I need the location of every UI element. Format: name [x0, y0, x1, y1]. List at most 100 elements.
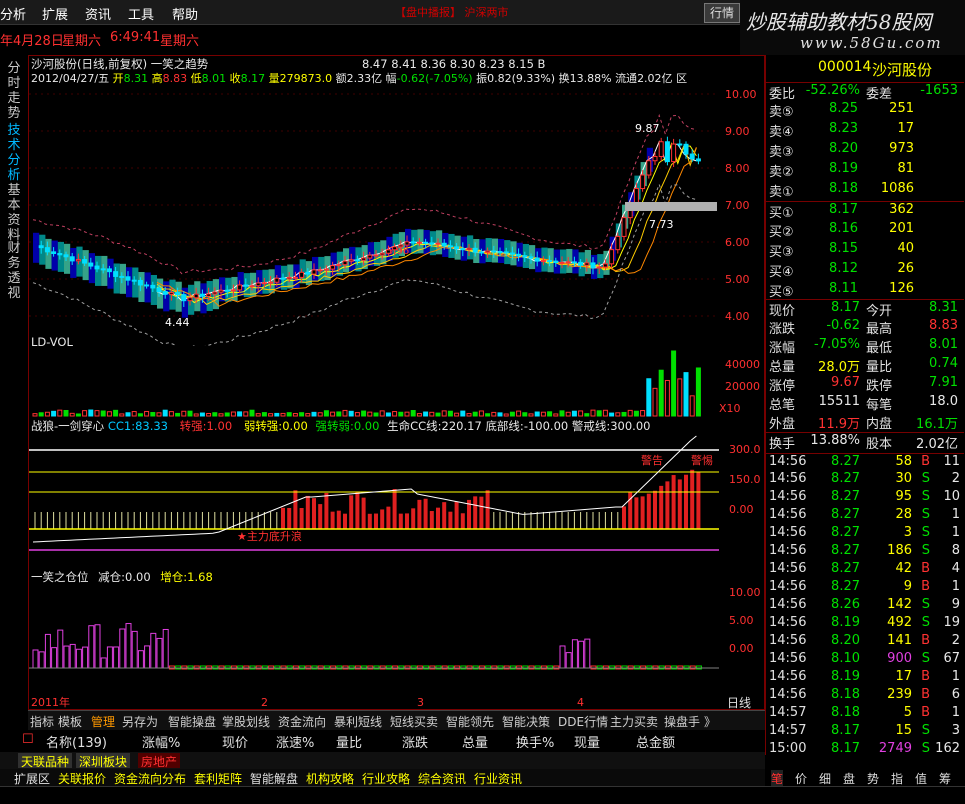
- tick-direction: S: [921, 615, 930, 630]
- right-tab[interactable]: 值: [915, 770, 927, 787]
- buy-order-row[interactable]: 买② 8.16 201: [766, 221, 964, 240]
- indicator-tab[interactable]: 短线买卖: [390, 713, 438, 730]
- function-tab[interactable]: 智能解盘: [250, 770, 298, 787]
- buy-order-row[interactable]: 买① 8.17 362: [766, 201, 964, 221]
- function-tab[interactable]: 综合资讯: [418, 770, 466, 787]
- sell-order-row[interactable]: 卖② 8.19 81: [766, 161, 964, 180]
- menu-news[interactable]: 资讯: [85, 4, 111, 23]
- tab-intraday[interactable]: 分时走势: [6, 61, 22, 121]
- function-tab[interactable]: 行业攻略: [362, 770, 410, 787]
- buy-order-row[interactable]: 买⑤ 8.11 126: [766, 281, 964, 300]
- column-header[interactable]: 现量: [574, 732, 600, 751]
- weekday-text-2: 星期六: [160, 34, 200, 49]
- right-tab[interactable]: 价: [795, 770, 807, 787]
- sell-order-row[interactable]: 卖⑤ 8.25 251: [766, 101, 964, 120]
- column-header[interactable]: 总金额: [636, 732, 675, 751]
- menu-tools[interactable]: 工具: [128, 4, 154, 23]
- indicator-tab[interactable]: 管理: [91, 713, 115, 730]
- indicator-tab[interactable]: 智能操盘: [168, 713, 216, 730]
- column-header[interactable]: 总量: [462, 732, 488, 751]
- right-tab[interactable]: 指: [891, 770, 903, 787]
- tick-row[interactable]: 14:56 8.19 17 B 1: [766, 669, 964, 687]
- function-tab[interactable]: 资金流向分布: [114, 770, 186, 787]
- column-header[interactable]: 量比: [336, 732, 362, 751]
- osc-bar: [343, 513, 347, 529]
- column-header[interactable]: 名称(139): [46, 732, 107, 751]
- candle-body: [472, 247, 478, 253]
- indicator-tab[interactable]: 》: [704, 713, 716, 730]
- buy-order-row[interactable]: 买③ 8.15 40: [766, 241, 964, 260]
- tick-row[interactable]: 14:56 8.27 95 S 10: [766, 489, 964, 507]
- trend-band: [107, 258, 114, 289]
- indicator-tab[interactable]: 操盘手: [664, 713, 700, 730]
- column-header[interactable]: 涨幅%: [142, 732, 180, 751]
- volume-chart[interactable]: 40000 20000 X10: [29, 348, 764, 418]
- indicator-tab[interactable]: 模板: [58, 713, 82, 730]
- tick-row[interactable]: 14:56 8.20 141 B 2: [766, 633, 964, 651]
- menu-extend[interactable]: 扩展: [42, 4, 68, 23]
- tick-row[interactable]: 14:57 8.17 15 S 3: [766, 723, 964, 741]
- tick-row[interactable]: 14:57 8.18 5 B 1: [766, 705, 964, 723]
- indicator-tab[interactable]: 暴利短线: [334, 713, 382, 730]
- column-header[interactable]: 现价: [222, 732, 248, 751]
- function-tab[interactable]: 扩展区: [14, 770, 50, 787]
- tick-row[interactable]: 14:56 8.27 42 B 4: [766, 561, 964, 579]
- indicator-tab[interactable]: 掌股划线: [222, 713, 270, 730]
- indicator-tab[interactable]: 智能决策: [502, 713, 550, 730]
- volume-bar: [237, 411, 243, 417]
- column-header[interactable]: 涨速%: [276, 732, 314, 751]
- sector-tab[interactable]: 深圳板块: [76, 753, 131, 769]
- tick-row[interactable]: 14:56 8.27 186 S 8: [766, 543, 964, 561]
- row-checkbox-icon[interactable]: ☐: [22, 732, 34, 747]
- tab-fundamentals[interactable]: 基本资料: [6, 183, 22, 243]
- period-label[interactable]: 日线: [727, 696, 751, 710]
- menu-help[interactable]: 帮助: [172, 4, 198, 23]
- tick-row[interactable]: 14:56 8.27 9 B 1: [766, 579, 964, 597]
- sell-order-row[interactable]: 卖① 8.18 1086: [766, 181, 964, 200]
- right-tab[interactable]: 盘: [843, 770, 855, 787]
- indicator-tab[interactable]: 指标: [30, 713, 54, 730]
- indicator-tab[interactable]: DDE行情: [558, 713, 608, 730]
- right-tab[interactable]: 势: [867, 770, 879, 787]
- ma-value: 8.23: [479, 57, 505, 71]
- right-tab[interactable]: 细: [819, 770, 831, 787]
- buy-order-row[interactable]: 买④ 8.12 26: [766, 261, 964, 280]
- indicator-tab[interactable]: 智能领先: [446, 713, 494, 730]
- sell-order-row[interactable]: 卖④ 8.23 17: [766, 121, 964, 140]
- chart-area[interactable]: 沙河股份(日线,前复权) 一笑之趋势 8.47 8.41 8.36 8.30 8…: [28, 55, 765, 710]
- oscillator-chart[interactable]: ★主力底升浪 警告 警惕 300.0 150.0 0.00: [29, 432, 764, 568]
- menu-analysis[interactable]: 分析: [0, 4, 26, 23]
- trend-band: [312, 256, 319, 281]
- tick-row[interactable]: 14:56 8.19 492 S 19: [766, 615, 964, 633]
- column-header[interactable]: 涨跌: [402, 732, 428, 751]
- function-tab[interactable]: 套利矩阵: [194, 770, 242, 787]
- volume-bar: [193, 413, 199, 417]
- tab-financial[interactable]: 财务透视: [6, 241, 22, 301]
- indicator-tab[interactable]: 另存为: [122, 713, 158, 730]
- tick-row[interactable]: 15:00 8.17 2749 S 162: [766, 741, 964, 759]
- tick-row[interactable]: 14:56 8.27 58 B 11: [766, 453, 964, 472]
- tab-technical[interactable]: 技术分析: [6, 123, 22, 183]
- tick-row[interactable]: 14:56 8.26 142 S 9: [766, 597, 964, 615]
- right-tab[interactable]: 笔: [771, 770, 784, 787]
- tick-volume: 95: [895, 489, 912, 504]
- function-tab[interactable]: 关联报价: [58, 770, 106, 787]
- indicator-tab[interactable]: 资金流向: [278, 713, 326, 730]
- tick-row[interactable]: 14:56 8.27 28 S 1: [766, 507, 964, 525]
- position-chart[interactable]: 10.00 5.00 0.00: [29, 582, 764, 694]
- function-tab[interactable]: 机构攻略: [306, 770, 354, 787]
- indicator-tab[interactable]: 主力买卖: [610, 713, 658, 730]
- sector-tab[interactable]: 房地产: [138, 753, 181, 769]
- tick-row[interactable]: 14:56 8.27 3 S 1: [766, 525, 964, 543]
- right-tab[interactable]: 筹: [939, 770, 951, 787]
- sector-tab[interactable]: 天联品种: [18, 753, 73, 769]
- quote-button[interactable]: 行情: [704, 3, 740, 23]
- tick-row[interactable]: 14:56 8.18 239 B 6: [766, 687, 964, 705]
- sell-order-row[interactable]: 卖③ 8.20 973: [766, 141, 964, 160]
- tick-row[interactable]: 14:56 8.10 900 S 67: [766, 651, 964, 669]
- main-kline-chart[interactable]: 9.87 7.73 4.44 5.96 10.00 9.00 8.00 7.00 6.0…: [29, 84, 764, 346]
- tick-row[interactable]: 14:56 8.27 30 S 2: [766, 471, 964, 489]
- function-tab[interactable]: 行业资讯: [474, 770, 522, 787]
- news-ticker[interactable]: 【盘中播报】 沪深两市: [395, 4, 509, 20]
- column-header[interactable]: 换手%: [516, 732, 554, 751]
